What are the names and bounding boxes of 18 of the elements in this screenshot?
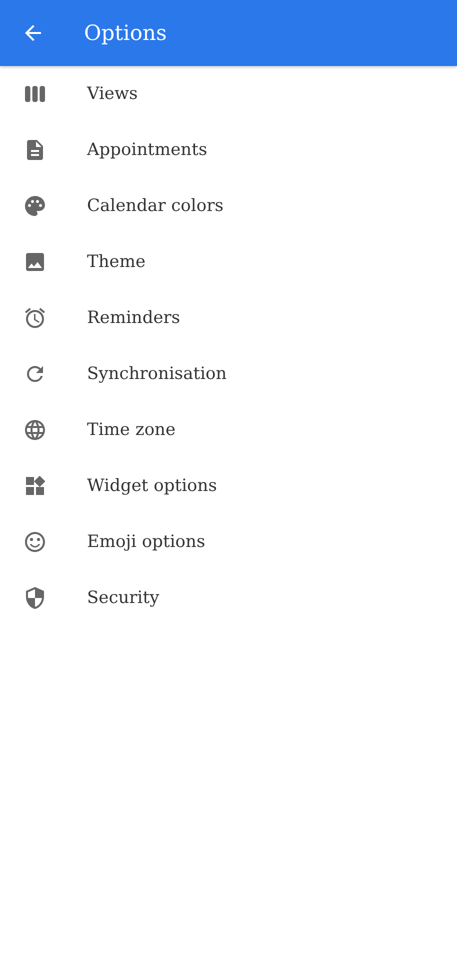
widgets-icon bbox=[23, 474, 47, 498]
menu-item[interactable]: Time zone bbox=[0, 402, 176, 458]
menu-item[interactable]: Reminders bbox=[0, 290, 180, 346]
palette-icon bbox=[23, 194, 47, 218]
menu-item[interactable]: Synchronisation bbox=[0, 346, 227, 402]
globe-icon bbox=[23, 418, 47, 442]
menu-item[interactable]: Views bbox=[0, 66, 138, 122]
menu-item[interactable]: Emoji options bbox=[0, 514, 206, 570]
smiley-icon bbox=[23, 530, 47, 554]
menu-item[interactable]: Security bbox=[0, 570, 160, 626]
menu-item[interactable]: Theme bbox=[0, 234, 146, 290]
menu-item[interactable]: Appointments bbox=[0, 122, 208, 178]
menu-item[interactable]: Calendar colors bbox=[0, 178, 224, 234]
page-title: Options bbox=[84, 21, 167, 45]
alarm-clock-icon bbox=[23, 306, 47, 330]
image-icon bbox=[23, 250, 47, 274]
menu-item[interactable]: Widget options bbox=[0, 458, 217, 514]
shield-icon bbox=[23, 586, 47, 610]
